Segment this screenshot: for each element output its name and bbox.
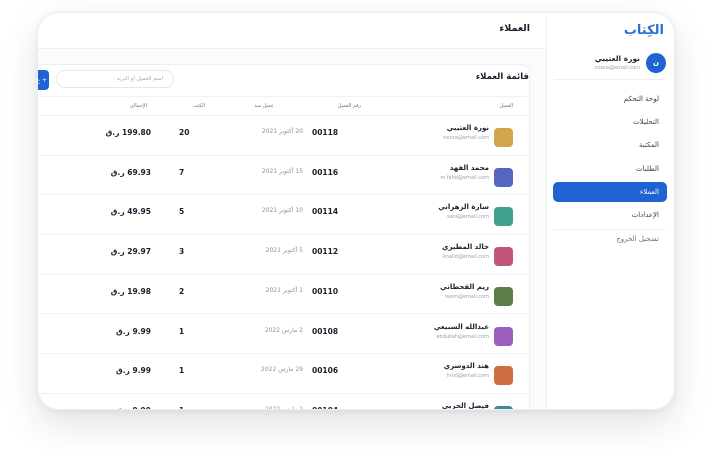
book-cover-thumbnail (494, 286, 513, 306)
customer-name[interactable]: عبدالله السبيعي (434, 323, 489, 331)
table-row[interactable]: خالد المطيري khalid@email.com 00112 5 أكتوب… (38, 235, 529, 275)
top-bar: العملاء (38, 13, 546, 49)
book-cover-thumbnail (494, 366, 513, 386)
sidebar-item-settings[interactable]: الإعدادات (553, 205, 667, 225)
app-window: الكِتاب ن نورة العتيبي noura@email.com ل… (37, 12, 675, 410)
sidebar-item-customers[interactable]: العملاء (553, 181, 667, 202)
table-row[interactable]: محمد الفهد m.fahd@email.com 00116 15 أكتوبر… (38, 156, 529, 196)
add-customer-button[interactable]: + ع (38, 70, 49, 90)
customer-since-date: 2 مارس 2022 (264, 326, 303, 334)
customer-name[interactable]: ريم القحطاني (440, 283, 489, 291)
book-cover-thumbnail (494, 405, 513, 409)
total-amount: 9.99 ر.ق (116, 406, 151, 409)
books-count: 1 (179, 326, 185, 336)
customer-since-date: 1 أكتوبر 2021 (265, 286, 303, 294)
customer-id: 00116 (312, 167, 339, 177)
customer-since-date: 15 أكتوبر 2021 (261, 167, 303, 175)
customer-since-date: 5 أكتوبر 2021 (265, 247, 303, 255)
customer-since-date: 20 أكتوبر 2021 (261, 128, 303, 135)
total-amount: 29.97 ر.ق (110, 247, 151, 257)
column-header-orders[interactable]: الكتب (193, 103, 205, 109)
customer-id: 00104 (312, 406, 338, 409)
column-header-total[interactable]: الإجمالي (130, 103, 147, 109)
total-amount: 9.99 ر.ق (116, 366, 151, 376)
sidebar-item-dashboard[interactable]: لوحة التحكم (553, 89, 667, 109)
total-amount: 19.98 ر.ق (110, 286, 151, 296)
profile-email: noura@email.com (594, 65, 640, 71)
table-row[interactable]: ريم القحطاني reem@email.com 00110 1 أكتوبر … (38, 275, 529, 315)
main-content: العملاء قائمة العملاء + ع العميل رقم الع… (38, 13, 546, 410)
customer-email: noura@email.com (443, 135, 489, 141)
total-amount: 199.80 ر.ق (105, 128, 151, 137)
sidebar-item-library[interactable]: المكتبة (553, 135, 667, 155)
profile-name: نورة العتيبي (594, 54, 640, 63)
book-cover-thumbnail (494, 326, 513, 346)
sidebar-divider (554, 79, 666, 80)
sidebar-item-analytics[interactable]: التحليلات (553, 112, 667, 132)
customer-email: sara@email.com (447, 214, 489, 221)
customer-name[interactable]: نورة العتيبي (447, 124, 489, 132)
book-cover-thumbnail (494, 167, 513, 187)
table-row[interactable]: عبدالله السبيعي abdullah@email.com 00108 2 … (38, 315, 529, 355)
customer-email: abdullah@email.com (436, 333, 489, 340)
column-header-id[interactable]: رقم العميل (338, 103, 361, 109)
books-count: 1 (179, 366, 185, 376)
total-amount: 49.95 ر.ق (110, 207, 151, 217)
customer-id: 00108 (312, 326, 339, 336)
books-count: 2 (179, 286, 185, 296)
sidebar-nav: لوحة التحكم التحليلات المكتبة الطلبات ال… (553, 89, 667, 228)
total-amount: 69.93 ر.ق (110, 167, 151, 177)
customers-card: قائمة العملاء + ع العميل رقم العميل عميل… (38, 64, 530, 410)
customer-since-date: 2 مارس 2022 (264, 405, 303, 410)
customer-since-date: 10 أكتوبر 2021 (261, 207, 303, 215)
customer-id: 00118 (312, 128, 339, 137)
book-cover-thumbnail (494, 128, 513, 147)
books-count: 3 (179, 247, 185, 257)
customer-name[interactable]: سارة الزهراني (438, 203, 489, 211)
sidebar-item-orders[interactable]: الطلبات (553, 159, 667, 179)
books-count: 5 (179, 207, 185, 217)
table-header: العميل رقم العميل عميل منذ الكتب الإجمال… (38, 96, 529, 116)
brand-logo[interactable]: الكِتاب (624, 23, 664, 38)
table-row[interactable]: هند الدوسري hind@email.com 00106 29 مارس 20… (38, 354, 529, 394)
customer-email: reem@email.com (444, 293, 489, 300)
table-row[interactable]: نورة العتيبي noura@email.com 00118 20 أكتوب… (38, 116, 529, 156)
customer-email: m.fahd@email.com (440, 174, 489, 181)
customer-name[interactable]: محمد الفهد (450, 164, 489, 172)
table-row[interactable]: فيصل الحربيfaisal@email.com001042 مارس 2… (38, 394, 529, 410)
customer-id: 00112 (312, 247, 339, 257)
page-title: العملاء (499, 23, 530, 34)
books-count: 20 (179, 128, 190, 137)
column-header-customer[interactable]: العميل (499, 103, 513, 109)
customer-email: khalid@email.com (442, 254, 489, 261)
logout-link[interactable]: تسجيل الخروج (616, 235, 659, 243)
customer-name[interactable]: هند الدوسري (444, 362, 489, 370)
search-input[interactable] (56, 70, 174, 88)
avatar[interactable]: ن (646, 53, 666, 73)
user-profile[interactable]: ن نورة العتيبي noura@email.com (554, 53, 666, 75)
table-row[interactable]: سارة الزهراني sara@email.com 00114 10 أكتوب… (38, 195, 529, 236)
customer-name[interactable]: خالد المطيري (442, 243, 489, 251)
customer-email: hind@email.com (447, 373, 489, 380)
customers-card-title: قائمة العملاء (475, 72, 529, 82)
customer-name[interactable]: فيصل الحربي (442, 402, 489, 409)
book-cover-thumbnail (494, 207, 513, 227)
total-amount: 9.99 ر.ق (116, 326, 151, 336)
books-count: 7 (179, 167, 185, 177)
customer-id: 00114 (312, 207, 339, 217)
book-cover-thumbnail (494, 247, 513, 267)
screenshot-stage: الكِتاب ن نورة العتيبي noura@email.com ل… (0, 0, 712, 472)
sidebar-divider (554, 229, 666, 230)
customer-since-date: 29 مارس 2022 (261, 366, 303, 374)
customer-id: 00106 (312, 366, 339, 376)
customer-id: 00110 (312, 286, 339, 296)
books-count: 1 (179, 406, 184, 409)
column-header-since[interactable]: عميل منذ (254, 103, 274, 109)
sidebar: الكِتاب ن نورة العتيبي noura@email.com ل… (546, 13, 674, 409)
